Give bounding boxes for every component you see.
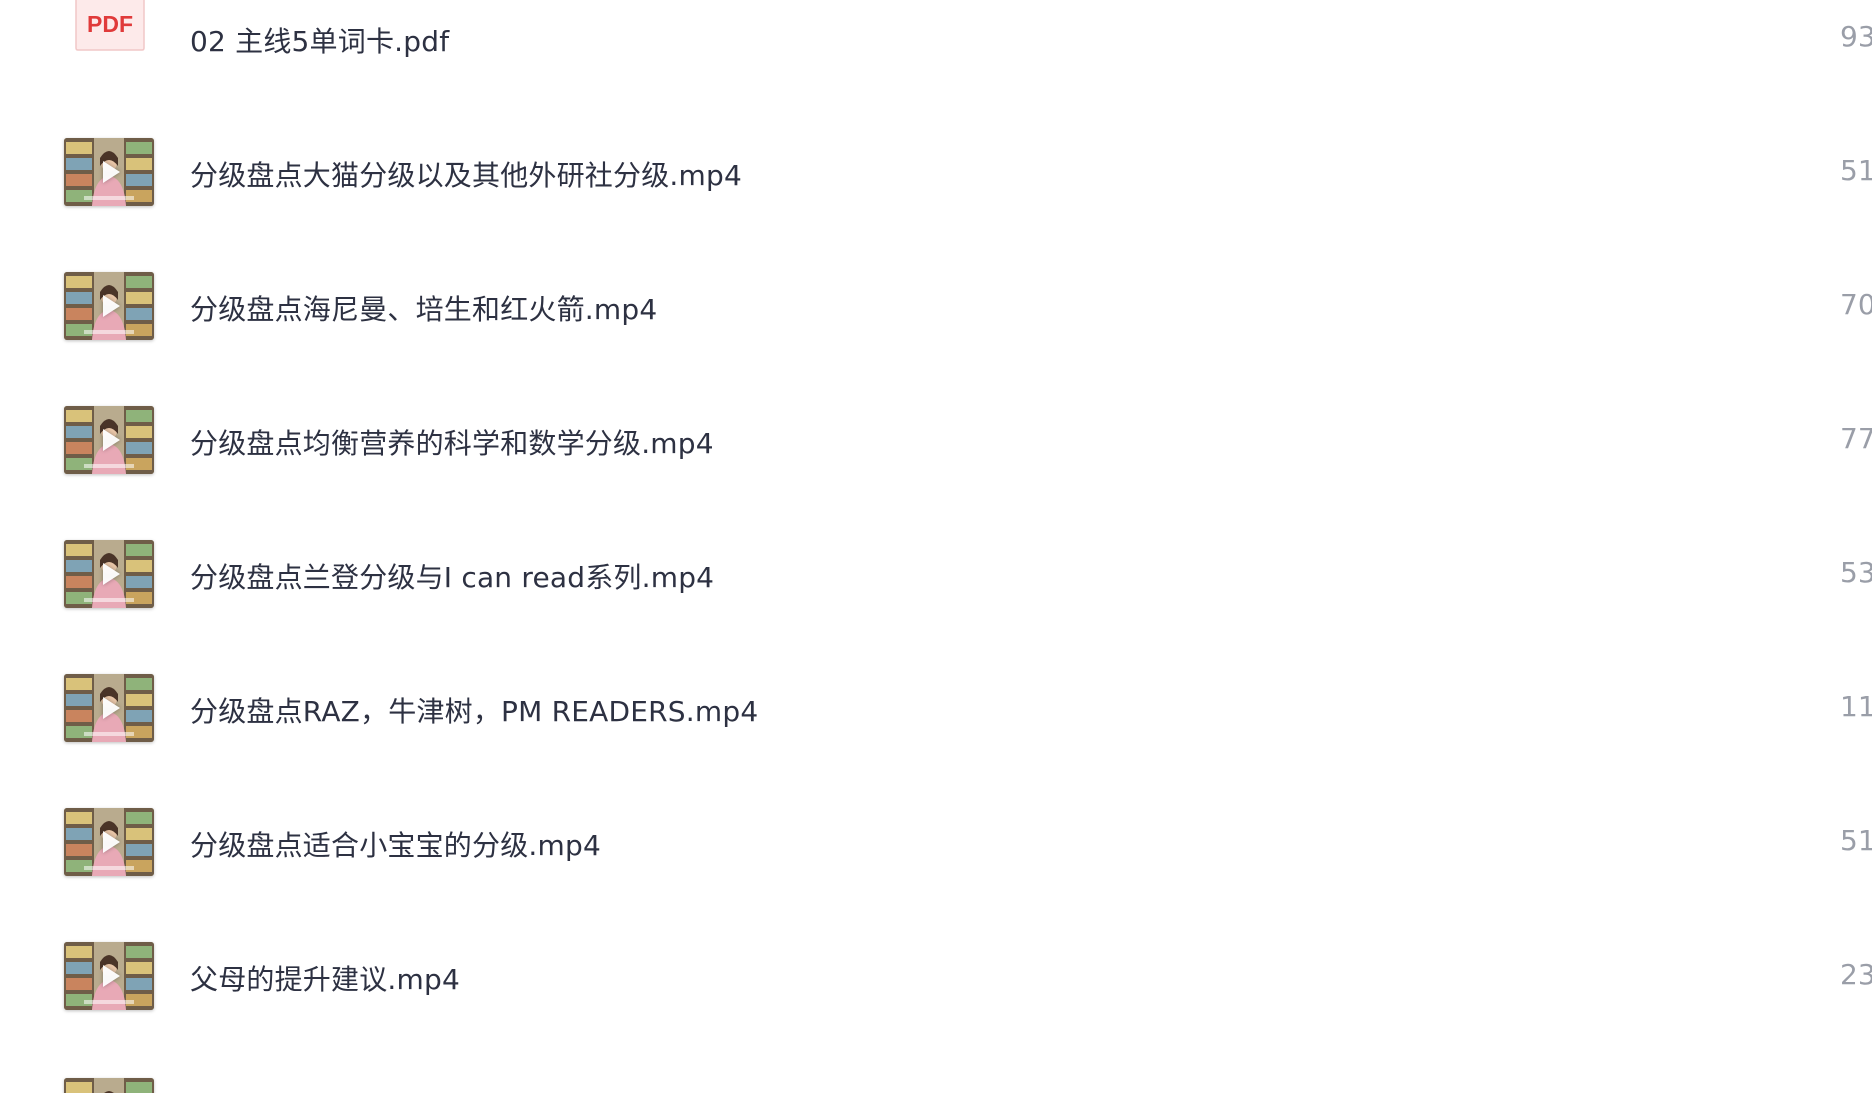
file-size: 77 bbox=[1840, 422, 1872, 455]
file-row[interactable]: 分级盘点大猫分级以及其他外研社分级.mp4 51 bbox=[0, 106, 1872, 240]
video-thumbnail bbox=[64, 1078, 154, 1093]
file-size: 11 bbox=[1840, 690, 1872, 723]
file-row[interactable]: PDF 02 主线5单词卡.pdf 93 bbox=[0, 0, 1872, 106]
file-size: 23 bbox=[1840, 958, 1872, 991]
file-name: 分级盘点大猫分级以及其他外研社分级.mp4 bbox=[190, 159, 742, 192]
play-icon bbox=[103, 295, 120, 317]
file-name: 分级盘点RAZ，牛津树，PM READERS.mp4 bbox=[190, 695, 759, 728]
file-row[interactable]: 分级盘点适合小宝宝的分级.mp4 51 bbox=[0, 776, 1872, 910]
file-name: 分级盘点海尼曼、培生和红火箭.mp4 bbox=[190, 293, 658, 326]
file-size: 70 bbox=[1840, 288, 1872, 321]
file-size: 51 bbox=[1840, 154, 1872, 187]
play-icon bbox=[103, 965, 120, 987]
play-icon bbox=[103, 563, 120, 585]
file-row[interactable]: 分级盘点均衡营养的科学和数学分级.mp4 77 bbox=[0, 374, 1872, 508]
video-thumbnail bbox=[64, 808, 154, 876]
video-thumbnail bbox=[64, 272, 154, 340]
pdf-file-icon: PDF bbox=[75, 0, 145, 51]
play-icon bbox=[103, 161, 120, 183]
video-thumbnail bbox=[64, 674, 154, 742]
play-icon bbox=[103, 831, 120, 853]
video-thumbnail bbox=[64, 138, 154, 206]
file-row[interactable]: 分级盘点海尼曼、培生和红火箭.mp4 70 bbox=[0, 240, 1872, 374]
file-row[interactable]: 分级盘点兰登分级与I can read系列.mp4 53 bbox=[0, 508, 1872, 642]
file-row[interactable]: 父母的提升建议.mp4 23 bbox=[0, 910, 1872, 1044]
file-size: 51 bbox=[1840, 824, 1872, 857]
file-name: 02 主线5单词卡.pdf bbox=[190, 25, 450, 58]
file-name: 分级盘点兰登分级与I can read系列.mp4 bbox=[190, 561, 715, 594]
play-icon bbox=[103, 697, 120, 719]
pdf-icon-label: PDF bbox=[87, 11, 133, 37]
file-name: 父母的提升建议.mp4 bbox=[190, 963, 460, 996]
file-list: PDF 02 主线5单词卡.pdf 93 分级盘点大猫分级以及其他外研社分级.m… bbox=[0, 0, 1872, 1093]
file-row[interactable]: 分级盘点RAZ，牛津树，PM READERS.mp4 11 bbox=[0, 642, 1872, 776]
file-name: 分级盘点均衡营养的科学和数学分级.mp4 bbox=[190, 427, 714, 460]
video-thumbnail bbox=[64, 942, 154, 1010]
file-name: 分级盘点适合小宝宝的分级.mp4 bbox=[190, 829, 601, 862]
video-thumbnail bbox=[64, 406, 154, 474]
file-size: 93 bbox=[1840, 20, 1872, 53]
play-icon bbox=[103, 429, 120, 451]
video-thumbnail bbox=[64, 540, 154, 608]
file-size: 53 bbox=[1840, 556, 1872, 589]
